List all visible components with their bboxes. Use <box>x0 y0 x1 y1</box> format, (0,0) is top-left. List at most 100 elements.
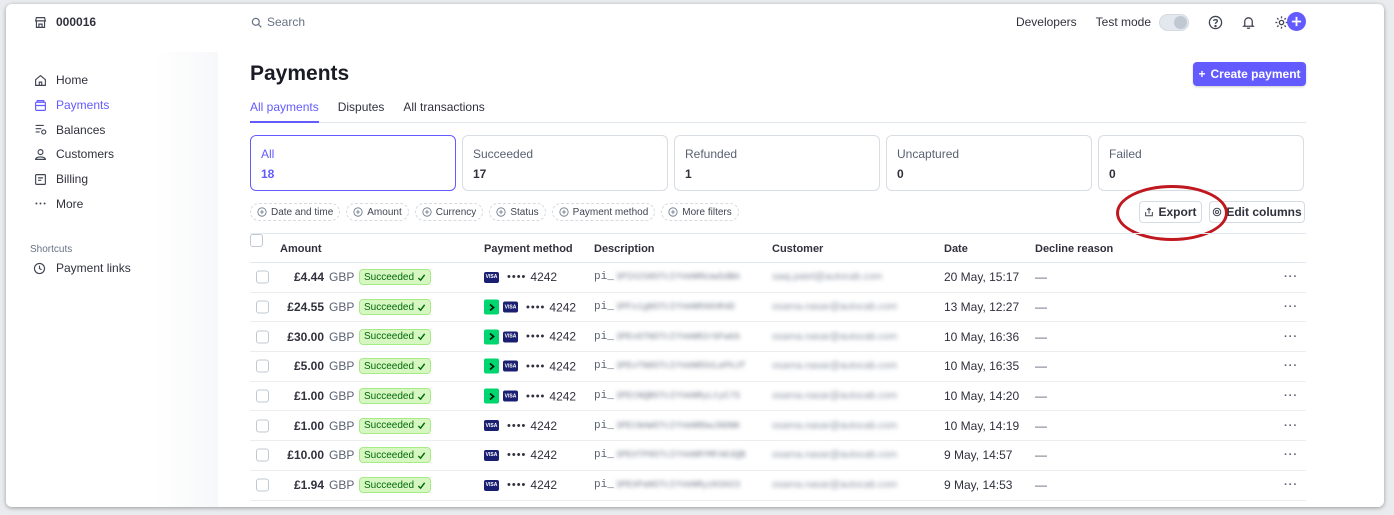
search-bar[interactable]: Search <box>251 15 305 29</box>
date-value: 10 May, 14:19 <box>944 418 1020 433</box>
tab-all-payments[interactable]: All payments <box>250 100 319 123</box>
row-actions-button[interactable]: ··· <box>1284 360 1298 372</box>
bell-icon[interactable] <box>1240 14 1256 30</box>
table-row[interactable]: £1.00 GBP Succeeded VISA •••• 4242 pi_ 3PEtNAW5… <box>250 411 1306 442</box>
filter-card-failed[interactable]: Failed 0 <box>1098 135 1304 191</box>
filter-card-uncaptured[interactable]: Uncaptured 0 <box>886 135 1092 191</box>
row-checkbox[interactable] <box>256 330 269 344</box>
description-prefix: pi_ <box>594 479 614 492</box>
date-value: 20 May, 15:17 <box>944 270 1020 285</box>
column-header-description[interactable]: Description <box>594 243 655 255</box>
description-id: 3PEtNAW5TcIYVeNRbwJ8DNK <box>615 420 741 431</box>
export-button[interactable]: Export <box>1139 201 1202 223</box>
customer-email[interactable]: saaj.patel@autocab.com <box>772 272 882 283</box>
topbar-actions: Developers Test mode <box>1016 12 1306 32</box>
filter-chip-payment-method[interactable]: Payment method <box>551 203 656 221</box>
test-mode-toggle[interactable] <box>1159 13 1189 31</box>
row-checkbox[interactable] <box>256 300 269 314</box>
description-id: 3PEXTP85TcIYVeNRYMFAK3QB <box>615 450 746 461</box>
description-id: 3PEtNQB5TcIYVeNRyLtyC7S <box>615 391 741 402</box>
filter-chip-status[interactable]: Status <box>489 203 546 221</box>
select-all-checkbox[interactable] <box>250 234 263 247</box>
table-row[interactable]: £5.00 GBP Succeeded VISA •••• 4242 pi_ 3PEvTN85… <box>250 352 1306 382</box>
chip-label: Currency <box>435 206 477 218</box>
decline-reason: — <box>1035 270 1047 285</box>
sidebar-item-billing[interactable]: Billing <box>33 167 114 192</box>
sidebar-item-customers[interactable]: Customers <box>33 142 114 167</box>
developers-link[interactable]: Developers <box>1016 15 1077 29</box>
sidebar-item-label: Home <box>56 73 89 88</box>
column-header-customer[interactable]: Customer <box>772 243 823 255</box>
row-checkbox[interactable] <box>256 448 269 462</box>
row-actions-button[interactable]: ··· <box>1284 449 1298 461</box>
tab-all-transactions[interactable]: All transactions <box>403 100 484 123</box>
table-row[interactable]: £1.00 GBP Succeeded VISA •••• 4242 pi_ 3PEtNQB5… <box>250 382 1306 412</box>
sidebar-item-balances[interactable]: Balances <box>33 117 114 142</box>
shortcut-payment-links[interactable]: Payment links <box>33 261 131 275</box>
row-checkbox[interactable] <box>256 270 269 284</box>
column-header-amount[interactable]: Amount <box>280 243 322 255</box>
row-actions-button[interactable]: ··· <box>1284 479 1298 491</box>
filter-card-all[interactable]: All 18 <box>250 135 456 191</box>
row-checkbox[interactable] <box>256 478 269 492</box>
customer-email[interactable]: osama.nasar@autocab.com <box>772 391 897 402</box>
column-header-payment-method[interactable]: Payment method <box>484 243 573 255</box>
sidebar-item-home[interactable]: Home <box>33 68 114 93</box>
column-header-decline-reason[interactable]: Decline reason <box>1035 243 1113 255</box>
date-value: 9 May, 14:53 <box>944 478 1013 493</box>
table-row[interactable]: £1.94 GBP Succeeded VISA •••• 4242 pi_ 3PEXPaN5… <box>250 471 1306 501</box>
create-payment-button[interactable]: + Create payment <box>1193 62 1306 86</box>
filter-chip-currency[interactable]: Currency <box>414 203 484 221</box>
checkmark-icon <box>417 422 426 430</box>
visa-card-icon: VISA <box>503 331 518 343</box>
tab-disputes[interactable]: Disputes <box>338 100 385 123</box>
customer-email[interactable]: osama.nasar@autocab.com <box>772 331 897 342</box>
currency-code: GBP <box>329 329 355 344</box>
status-badge: Succeeded <box>359 447 432 464</box>
row-actions-button[interactable]: ··· <box>1284 331 1298 343</box>
filter-chip-more[interactable]: More filters <box>661 203 739 221</box>
payment-method: VISA •••• 4242 <box>484 299 576 315</box>
amount-value: £24.55 <box>287 300 324 315</box>
customer-email[interactable]: osama.nasar@autocab.com <box>772 420 897 431</box>
chip-label: More filters <box>682 206 732 218</box>
filter-chip-date[interactable]: Date and time <box>250 203 341 221</box>
create-new-button[interactable] <box>1287 12 1306 31</box>
row-checkbox[interactable] <box>256 389 269 403</box>
help-icon[interactable] <box>1207 14 1223 30</box>
table-row[interactable]: £10.00 GBP Succeeded VISA •••• 4242 pi_ 3PEXTP8… <box>250 441 1306 471</box>
table-row[interactable]: £24.55 GBP Succeeded VISA •••• 4242 pi_ 3PFx1gN… <box>250 293 1306 323</box>
row-actions-button[interactable]: ··· <box>1284 390 1298 402</box>
card-mask: •••• <box>507 479 527 492</box>
filter-card-count: 0 <box>897 167 904 181</box>
filter-chip-amount[interactable]: Amount <box>346 203 409 221</box>
edit-columns-label: Edit columns <box>1226 205 1302 219</box>
column-header-date[interactable]: Date <box>944 243 968 255</box>
card-last4: 4242 <box>530 448 558 463</box>
customer-email[interactable]: osama.nasar@autocab.com <box>772 480 897 491</box>
search-icon <box>251 17 262 28</box>
card-mask: •••• <box>507 419 527 432</box>
table-row[interactable]: £4.44 GBP Succeeded VISA •••• 4242 pi_ 3PIX2S85… <box>250 263 1306 293</box>
edit-columns-button[interactable]: Edit columns <box>1209 201 1305 223</box>
row-actions-button[interactable]: ··· <box>1284 420 1298 432</box>
customer-email[interactable]: osama.nasar@autocab.com <box>772 361 897 372</box>
sidebar-item-more[interactable]: More <box>33 191 114 216</box>
filter-card-succeeded[interactable]: Succeeded 17 <box>462 135 668 191</box>
account-switcher[interactable]: 000016 <box>34 15 96 29</box>
sidebar-item-payments[interactable]: Payments <box>33 93 114 118</box>
row-checkbox[interactable] <box>256 359 269 373</box>
amount-value: £1.00 <box>293 389 324 404</box>
description-prefix: pi_ <box>594 301 614 314</box>
row-checkbox[interactable] <box>256 419 269 433</box>
customer-email[interactable]: osama.nasar@autocab.com <box>772 302 897 313</box>
row-actions-button[interactable]: ··· <box>1284 271 1298 283</box>
row-actions-button[interactable]: ··· <box>1284 301 1298 313</box>
card-last4: 4242 <box>549 389 577 404</box>
filter-card-refunded[interactable]: Refunded 1 <box>674 135 880 191</box>
sidebar-item-label: Payments <box>56 98 110 113</box>
table-row[interactable]: £30.00 GBP Succeeded VISA •••• 4242 pi_ 3PEvGTN… <box>250 322 1306 353</box>
link-pay-icon <box>484 299 499 315</box>
customer-email[interactable]: osama.nasar@autocab.com <box>772 450 897 461</box>
status-badge: Succeeded <box>359 299 432 316</box>
